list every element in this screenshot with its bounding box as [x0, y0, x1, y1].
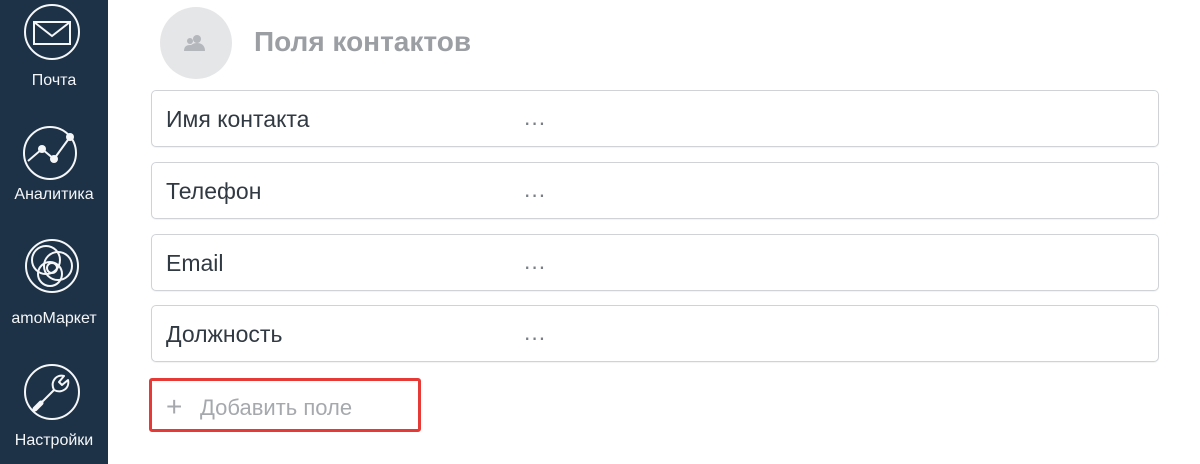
field-phone[interactable]: Телефон ... — [151, 162, 1159, 219]
field-value: ... — [524, 176, 547, 202]
contacts-avatar — [160, 7, 232, 79]
add-field-label: Добавить поле — [200, 395, 353, 420]
analytics-icon — [23, 126, 77, 180]
sidebar-item-label: Почта — [31, 72, 77, 89]
field-email[interactable]: Email ... — [151, 234, 1159, 291]
page-title: Поля контактов — [254, 26, 472, 57]
field-value: ... — [524, 319, 547, 345]
sidebar-item-analytics[interactable]: Аналитика — [0, 113, 108, 223]
sidebar-item-label: Настройки — [14, 432, 94, 449]
field-value: ... — [524, 104, 547, 130]
field-label: Должность — [166, 321, 283, 347]
field-label: Телефон — [166, 178, 262, 204]
field-value: ... — [524, 248, 547, 274]
plus-icon: + — [166, 391, 183, 422]
sidebar-item-market[interactable]: amoМаркет — [0, 230, 108, 340]
contact-fields-panel: Поля контактов Имя контакта ... Телефон … — [108, 0, 1200, 464]
market-icon — [25, 239, 79, 293]
field-label: Email — [166, 250, 224, 276]
sidebar-item-label: amoМаркет — [11, 310, 97, 327]
field-position[interactable]: Должность ... — [151, 305, 1159, 362]
sidebar-item-label: Аналитика — [14, 186, 94, 203]
sidebar-item-settings[interactable]: Настройки — [0, 354, 108, 464]
settings-icon — [24, 364, 80, 420]
field-contact-name[interactable]: Имя контакта ... — [151, 90, 1159, 147]
sidebar: Почта Аналитика amoМаркет Настройки — [0, 0, 108, 464]
field-label: Имя контакта — [166, 106, 310, 132]
mail-icon — [24, 4, 80, 60]
sidebar-item-mail[interactable]: Почта — [0, 0, 108, 110]
add-field-button[interactable]: + Добавить поле — [149, 378, 421, 432]
people-icon — [184, 35, 205, 51]
